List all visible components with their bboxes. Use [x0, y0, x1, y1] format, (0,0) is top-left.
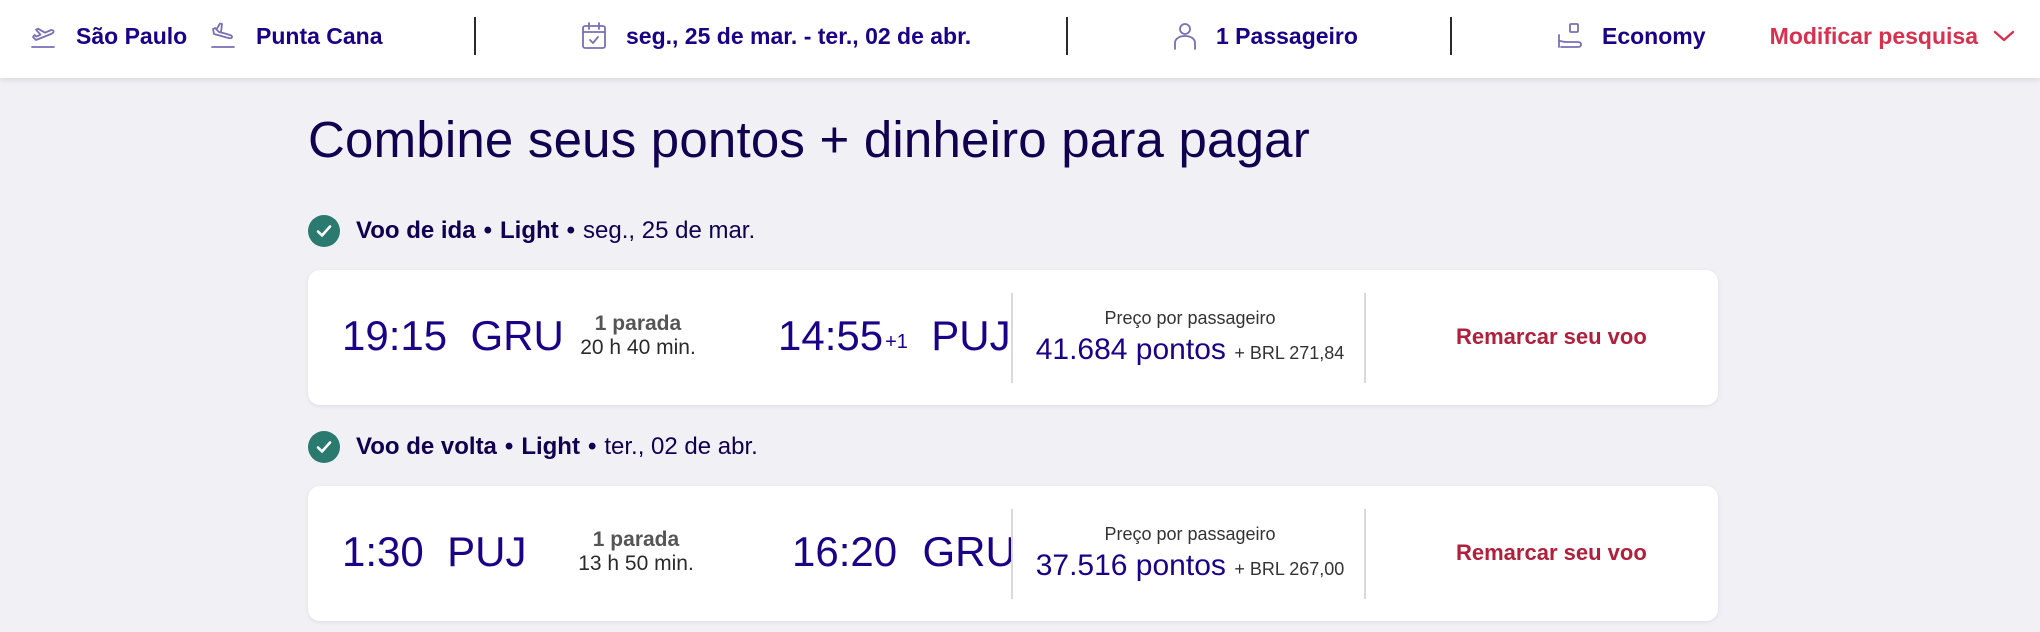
rebook-flight-button[interactable]: Remarcar seu voo	[1456, 324, 1647, 350]
arrival: 14:55 +1 PUJ	[778, 312, 1011, 360]
destination-item[interactable]: Punta Cana	[208, 0, 383, 72]
check-circle-icon	[308, 215, 340, 247]
segment-date: ter., 02 de abr.	[604, 433, 758, 460]
search-summary-bar: São Paulo Punta Cana seg., 25 de mar. - …	[0, 0, 2040, 78]
price-block: Preço por passageiro 41.684 pontos + BRL…	[1016, 308, 1364, 367]
price-points: 41.684 pontos	[1035, 333, 1226, 366]
departure-time: 19:15	[342, 312, 448, 359]
check-circle-icon	[308, 431, 340, 463]
return-segment-label: Voo de volta • Light • ter., 02 de abr.	[308, 431, 758, 463]
bar-divider	[474, 17, 476, 55]
price-block: Preço por passageiro 37.516 pontos + BRL…	[1016, 524, 1364, 583]
segment-date: seg., 25 de mar.	[583, 217, 756, 244]
travel-dates: seg., 25 de mar. - ter., 02 de abr.	[626, 22, 972, 49]
separator-dot: •	[504, 433, 514, 460]
arrival: 16:20 GRU	[792, 528, 1016, 576]
person-icon	[1172, 21, 1198, 51]
departure: 19:15 GRU	[342, 312, 564, 360]
rebook-flight-button[interactable]: Remarcar seu voo	[1456, 540, 1647, 566]
card-divider	[1364, 293, 1366, 383]
bar-divider	[1450, 17, 1452, 55]
stops-count: 1 parada	[594, 312, 682, 335]
departure-time: 1:30	[342, 528, 424, 575]
passengers-item[interactable]: 1 Passageiro	[1172, 0, 1358, 72]
return-flight-card: 1:30 PUJ 1 parada 13 h 50 min. 16:20 GRU…	[308, 486, 1718, 621]
modify-search-label: Modificar pesquisa	[1769, 22, 1978, 49]
fare-family: Light	[521, 433, 580, 460]
stops-count: 1 parada	[592, 528, 680, 551]
price-label: Preço por passageiro	[1104, 308, 1276, 328]
cabin-item[interactable]: Economy	[1556, 0, 1706, 72]
departure: 1:30 PUJ	[342, 528, 526, 576]
separator-dot: •	[566, 217, 576, 244]
segment-type: Voo de volta	[356, 433, 497, 460]
separator-dot: •	[483, 217, 492, 244]
departure-airport: GRU	[470, 312, 564, 359]
origin-item[interactable]: São Paulo	[28, 0, 187, 72]
cabin-class: Economy	[1602, 22, 1706, 49]
passenger-count: 1 Passageiro	[1216, 22, 1358, 49]
arrival-airport: PUJ	[931, 312, 1011, 359]
departure-airport: PUJ	[447, 528, 527, 575]
day-offset: +1	[885, 331, 908, 353]
outbound-flight-card: 19:15 GRU 1 parada 20 h 40 min. 14:55 +1 …	[308, 270, 1718, 405]
plane-takeoff-icon	[28, 21, 58, 51]
separator-dot: •	[587, 433, 597, 460]
card-divider	[1011, 509, 1013, 599]
price-cash: + BRL 271,84	[1234, 343, 1345, 363]
outbound-segment-label: Voo de ida • Light • seg., 25 de mar.	[308, 215, 755, 247]
arrival-time: 14:55	[778, 312, 884, 359]
flight-duration: 20 h 40 min.	[580, 336, 696, 359]
seat-icon	[1556, 21, 1584, 51]
card-divider	[1364, 509, 1366, 599]
price-label: Preço por passageiro	[1104, 524, 1276, 544]
modify-search-button[interactable]: Modificar pesquisa	[1770, 0, 2016, 72]
stops-info: 1 parada 20 h 40 min.	[558, 312, 718, 360]
plane-landing-icon	[208, 21, 238, 51]
dates-item[interactable]: seg., 25 de mar. - ter., 02 de abr.	[580, 0, 971, 72]
destination-city: Punta Cana	[256, 22, 383, 49]
fare-family: Light	[499, 217, 559, 244]
chevron-down-icon	[1992, 28, 2016, 44]
stops-info: 1 parada 13 h 50 min.	[556, 528, 716, 576]
price-points: 37.516 pontos	[1035, 549, 1226, 582]
calendar-icon	[580, 21, 608, 51]
page-title: Combine seus pontos + dinheiro para paga…	[308, 111, 1310, 168]
arrival-airport: GRU	[922, 528, 1016, 575]
arrival-time: 16:20	[792, 528, 898, 575]
segment-type: Voo de ida	[356, 217, 476, 244]
bar-divider	[1066, 17, 1068, 55]
price-cash: + BRL 267,00	[1234, 559, 1345, 579]
card-divider	[1011, 293, 1013, 383]
flight-duration: 13 h 50 min.	[578, 552, 694, 575]
origin-city: São Paulo	[76, 22, 188, 49]
